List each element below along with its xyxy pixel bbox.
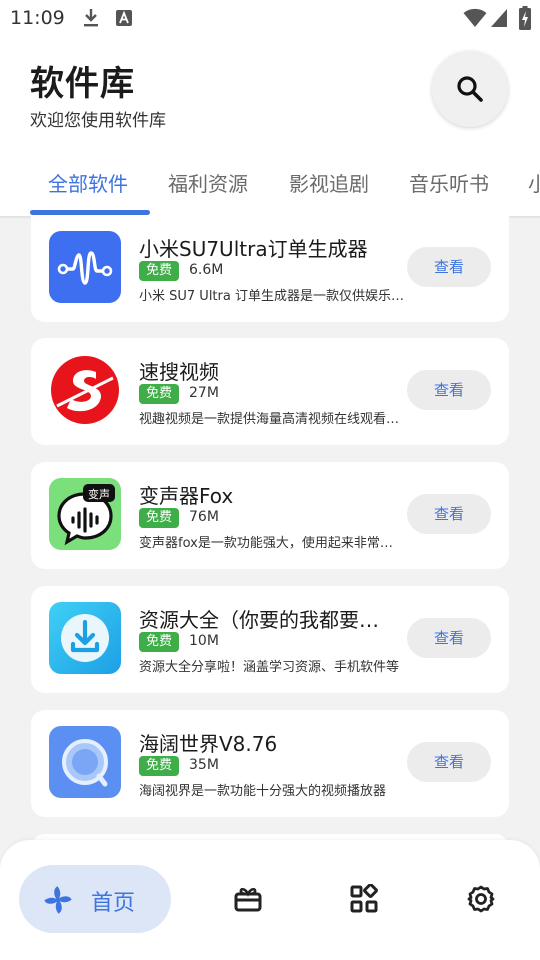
nav-apps[interactable]	[349, 883, 379, 914]
tab-welfare-resources[interactable]: 福利资源	[168, 168, 248, 197]
tab-indicator	[30, 210, 150, 215]
pinwheel-icon	[44, 886, 72, 914]
view-button[interactable]: 查看	[407, 618, 491, 658]
s-logo-icon	[49, 354, 121, 426]
app-name: 小米SU7Ultra订单生成器	[139, 237, 368, 261]
category-tabs: 全部软件 福利资源 影视追剧 音乐听书 小	[0, 156, 540, 216]
page-subtitle: 欢迎您使用软件库	[30, 111, 166, 131]
download-status-icon	[84, 9, 98, 27]
search-button[interactable]	[432, 51, 508, 127]
app-name: 资源大全（你要的我都要有）	[139, 608, 389, 632]
app-description: 变声器fox是一款功能强大，使用起来非常方便的软件	[139, 536, 405, 551]
view-button[interactable]: 查看	[407, 370, 491, 410]
nav-home-label: 首页	[91, 891, 136, 916]
status-bar: 11:09	[0, 0, 540, 36]
nav-home[interactable]: 首页	[19, 865, 171, 933]
search-icon	[457, 76, 483, 102]
page-title: 软件库	[30, 64, 135, 104]
app-description: 资源大全分享啦！涵盖学习资源、手机软件等	[139, 660, 400, 675]
list-item[interactable]: 小米SU7Ultra订单生成器 免费 6.6M 小米 SU7 Ultra 订单生…	[31, 216, 509, 322]
free-badge: 免费	[139, 384, 180, 404]
app-size: 10M	[189, 633, 219, 649]
app-size: 76M	[189, 509, 219, 525]
browser-icon	[49, 726, 121, 798]
free-badge: 免费	[139, 756, 180, 776]
view-button[interactable]: 查看	[407, 247, 491, 287]
a-badge-status-icon	[116, 10, 132, 26]
app-header: 软件库 欢迎您使用软件库 全部软件 福利资源 影视追剧 音乐听书 小	[0, 36, 540, 216]
wifi-icon	[463, 8, 487, 27]
bottom-navigation: 首页	[0, 840, 540, 960]
view-button[interactable]: 查看	[407, 494, 491, 534]
free-badge: 免费	[139, 508, 180, 528]
list-item[interactable]: 速搜视频 免费 27M 视趣视频是一款提供海量高清视频在线观看的软件 查看	[31, 338, 509, 445]
gift-icon	[234, 887, 262, 912]
app-name: 速搜视频	[139, 360, 219, 384]
tab-music-audiobooks[interactable]: 音乐听书	[409, 168, 489, 197]
signal-icon	[491, 9, 507, 27]
list-item[interactable]: 海阔世界V8.76 免费 35M 海阔视界是一款功能十分强大的视频播放器 查看	[31, 710, 509, 817]
app-description: 视趣视频是一款提供海量高清视频在线观看的软件	[139, 412, 405, 427]
app-description: 小米 SU7 Ultra 订单生成器是一款仅供娱乐使用的工具	[139, 289, 405, 304]
tab-all-software[interactable]: 全部软件	[48, 168, 128, 197]
app-name: 变声器Fox	[139, 484, 234, 508]
battery-charging-icon	[519, 6, 531, 30]
voice-changer-icon: 变声	[49, 478, 121, 550]
apps-grid-icon	[350, 883, 378, 913]
svg-text:变声: 变声	[88, 487, 110, 501]
app-size: 35M	[189, 757, 219, 773]
app-name: 海阔世界V8.76	[139, 732, 278, 756]
app-size: 27M	[189, 385, 219, 401]
view-button[interactable]: 查看	[407, 742, 491, 782]
free-badge: 免费	[139, 261, 180, 281]
nav-gift[interactable]	[233, 884, 263, 914]
free-badge: 免费	[139, 632, 180, 652]
app-size: 6.6M	[189, 262, 224, 278]
waveform-icon	[49, 231, 121, 303]
app-list: 小米SU7Ultra订单生成器 免费 6.6M 小米 SU7 Ultra 订单生…	[0, 216, 540, 840]
tab-more[interactable]: 小	[528, 168, 540, 197]
nav-settings[interactable]	[466, 884, 496, 914]
app-description: 海阔视界是一款功能十分强大的视频播放器	[139, 784, 387, 799]
download-icon	[49, 602, 121, 674]
gear-icon	[467, 885, 495, 913]
list-item[interactable]: 资源大全（你要的我都要有） 免费 10M 资源大全分享啦！涵盖学习资源、手机软件…	[31, 586, 509, 693]
tab-video-drama[interactable]: 影视追剧	[289, 168, 369, 197]
status-time: 11:09	[10, 7, 65, 29]
list-item[interactable]: 变声 变声器Fox 免费 76M 变声器fox是一款功能强大，使用起来非常方便的…	[31, 462, 509, 569]
